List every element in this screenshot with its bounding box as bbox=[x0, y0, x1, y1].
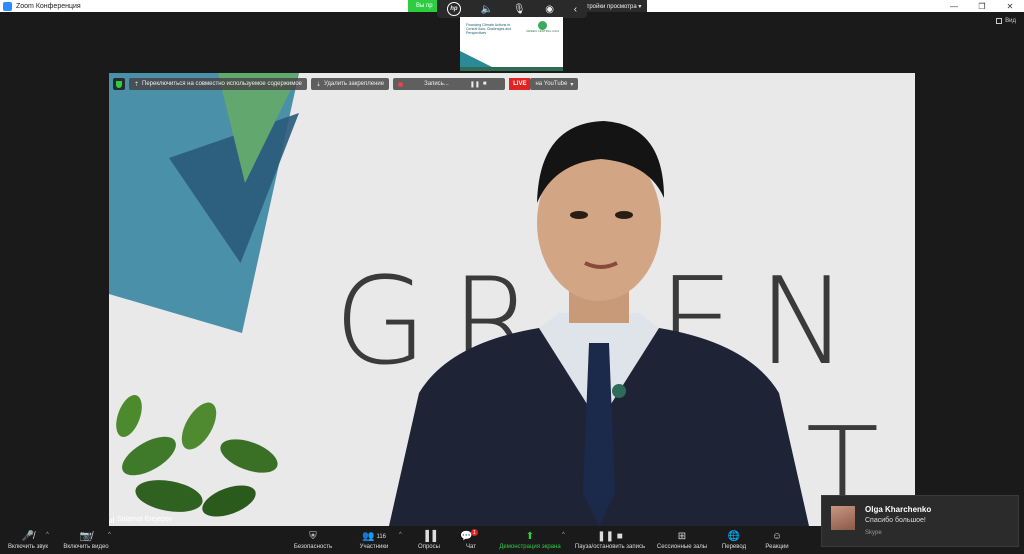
youtube-label: на YouTube bbox=[535, 81, 568, 87]
recording-dot-icon bbox=[398, 81, 404, 87]
interpretation-label: Перевод bbox=[721, 543, 747, 550]
pause-stop-icon: ❚❚ ■ bbox=[597, 530, 623, 542]
speaker-video[interactable]: GREEN AT bbox=[109, 73, 915, 526]
participants-caret-icon[interactable]: ^ bbox=[399, 532, 402, 538]
switch-label: Переключиться на совместно используемое … bbox=[142, 81, 303, 87]
security-button[interactable]: ⛨ Безопасность bbox=[290, 526, 336, 554]
window-controls: — ❐ ✕ bbox=[940, 0, 1024, 12]
globe-icon: 🌐 bbox=[727, 530, 741, 542]
notification-sender: Olga Kharchenko bbox=[865, 505, 932, 514]
camera-off-icon: 📷̸ bbox=[79, 530, 93, 542]
zoom-app-icon bbox=[3, 1, 12, 11]
grid-icon bbox=[996, 18, 1003, 24]
plant-image bbox=[116, 394, 278, 517]
chevron-down-icon: ▾ bbox=[570, 81, 574, 88]
participants-button[interactable]: 👥 116 Участники bbox=[354, 526, 394, 554]
unpin-button[interactable]: ⇣ Удалить закрепление bbox=[311, 78, 390, 90]
breakout-label: Сессионные залы bbox=[656, 543, 708, 550]
recording-indicator: Запись... ❚❚ ■ bbox=[393, 78, 506, 90]
chat-label: Чат bbox=[466, 543, 476, 550]
start-video-button[interactable]: 📷̸ Включить видео bbox=[58, 526, 114, 554]
bar-chart-icon: ▐▐ bbox=[421, 530, 437, 542]
view-button-label: Вид bbox=[1005, 18, 1016, 24]
video-overlay-controls: ⇡ Переключиться на совместно используемо… bbox=[113, 78, 579, 90]
minimize-button[interactable]: — bbox=[940, 0, 968, 12]
pause-recording-icon[interactable]: ❚❚ bbox=[470, 81, 480, 88]
reactions-label: Реакции bbox=[765, 543, 789, 550]
microphone-muted-icon: 🎤̸ bbox=[21, 530, 35, 542]
pin-icon: ⇡ bbox=[134, 81, 140, 88]
view-button[interactable]: Вид bbox=[996, 18, 1016, 24]
polls-button[interactable]: ▐▐ Опросы bbox=[412, 526, 446, 554]
smiley-icon: ☺ bbox=[771, 530, 783, 542]
breakout-rooms-button[interactable]: ⊞ Сессионные залы bbox=[654, 526, 710, 554]
pause-stop-label: Пауза/остановить запись bbox=[574, 543, 646, 550]
window-title: Zoom Конференция bbox=[16, 2, 81, 10]
unpin-icon: ⇣ bbox=[316, 81, 322, 88]
recording-label: Запись... bbox=[424, 81, 449, 87]
chat-button[interactable]: 💬 1 Чат bbox=[456, 526, 486, 554]
security-label: Безопасность bbox=[293, 543, 333, 550]
microphone-icon[interactable]: 🎙 bbox=[513, 4, 526, 15]
polls-label: Опросы bbox=[418, 543, 440, 550]
video-options-caret-icon[interactable]: ^ bbox=[108, 532, 111, 538]
live-badge: LIVE bbox=[509, 78, 531, 90]
reactions-button[interactable]: ☺ Реакции bbox=[760, 526, 794, 554]
share-screen-label: Демонстрация экрана bbox=[499, 543, 561, 550]
stop-recording-icon[interactable]: ■ bbox=[483, 81, 487, 87]
slide-stripe bbox=[460, 67, 563, 71]
people-icon: 👥 bbox=[361, 530, 375, 542]
signal-strength-icon bbox=[109, 516, 114, 523]
unmute-button[interactable]: 🎤̸ Включить звук bbox=[2, 526, 54, 554]
switch-to-shared-content-button[interactable]: ⇡ Переключиться на совместно используемо… bbox=[129, 78, 308, 90]
slide-title: Financing Climate Actions in Central Asi… bbox=[466, 23, 512, 35]
breakout-grid-icon: ⊞ bbox=[677, 530, 687, 542]
share-options-caret-icon[interactable]: ^ bbox=[562, 532, 565, 538]
shield-icon: ⛨ bbox=[309, 530, 317, 542]
unmute-label: Включить звук bbox=[7, 543, 48, 550]
participants-count: 116 bbox=[376, 533, 387, 540]
collapse-chevron-icon[interactable]: ‹ bbox=[574, 4, 577, 15]
pause-stop-recording-button[interactable]: ❚❚ ■ Пауза/остановить запись bbox=[570, 526, 650, 554]
slide-logo-text: GREEN CENTRAL ASIA bbox=[526, 29, 559, 33]
speaker-icon[interactable]: 🔈 bbox=[481, 4, 493, 15]
share-screen-icon: ⬆ bbox=[525, 530, 535, 542]
maximize-button[interactable]: ❐ bbox=[968, 0, 996, 12]
broadcast-icon[interactable]: ◉ bbox=[545, 4, 554, 15]
notification-app: Skype bbox=[865, 530, 882, 536]
unpin-label: Удалить закрепление bbox=[324, 81, 385, 87]
skype-notification[interactable]: Olga Kharchenko Спасибо большое! Skype bbox=[821, 495, 1019, 547]
shared-screen-thumbnail[interactable]: Financing Climate Actions in Central Asi… bbox=[460, 17, 563, 71]
participants-label: Участники bbox=[359, 543, 389, 550]
hp-audio-toolbar: hp 🔈 🎙 ◉ ‹ bbox=[437, 0, 587, 18]
encryption-shield-icon[interactable] bbox=[113, 78, 125, 90]
view-options-dropdown[interactable]: тройки просмотра ▾ bbox=[580, 0, 648, 12]
share-status-pill[interactable]: Вы пр bbox=[408, 0, 441, 12]
notification-message: Спасибо большое! bbox=[865, 517, 926, 524]
chat-unread-badge: 1 bbox=[470, 529, 478, 536]
youtube-stream-dropdown[interactable]: на YouTube ▾ bbox=[530, 78, 579, 90]
audio-options-caret-icon[interactable]: ^ bbox=[46, 532, 49, 538]
avatar bbox=[831, 506, 855, 530]
participant-name: Salamat Erejepov bbox=[117, 516, 173, 523]
hp-logo-icon: hp bbox=[446, 2, 461, 16]
start-video-label: Включить видео bbox=[63, 543, 109, 550]
close-button[interactable]: ✕ bbox=[996, 0, 1024, 12]
speaker-person-image bbox=[389, 121, 809, 526]
interpretation-button[interactable]: 🌐 Перевод bbox=[716, 526, 752, 554]
participant-name-tag: Salamat Erejepov bbox=[109, 516, 172, 523]
share-screen-button[interactable]: ⬆ Демонстрация экрана bbox=[494, 526, 566, 554]
